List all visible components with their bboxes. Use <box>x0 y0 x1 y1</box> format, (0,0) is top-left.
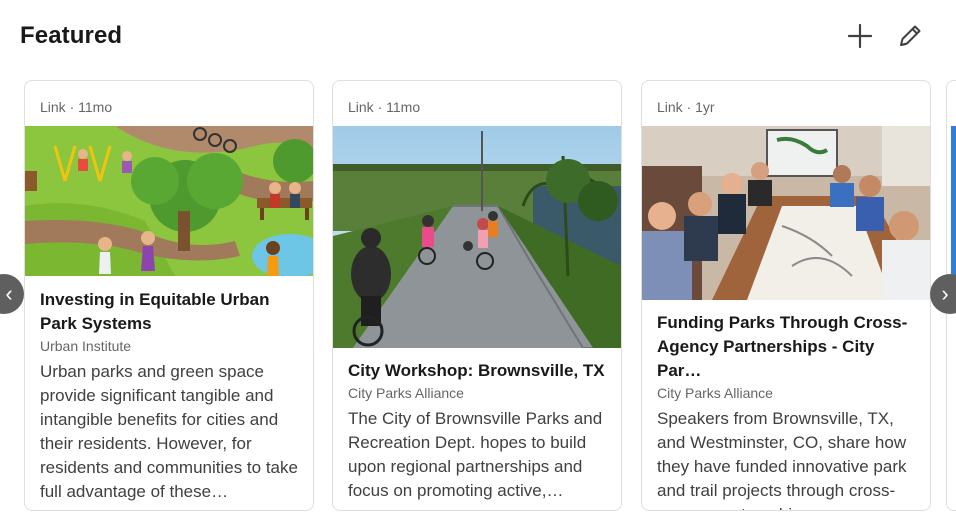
card-image-cyclists-trail[interactable] <box>333 126 621 348</box>
card-body: City Workshop: Brownsville, TX City Park… <box>348 359 609 503</box>
card-image-conference-room[interactable] <box>642 126 930 300</box>
featured-card[interactable]: Link · 11mo <box>24 80 314 511</box>
featured-carousel: Link · 11mo Investing in Equitable Urban… <box>0 80 956 512</box>
pencil-icon <box>900 25 921 46</box>
featured-card[interactable]: Link · 1yr Funding Parks Through Cross-A… <box>641 80 931 511</box>
section-title: Featured <box>20 22 123 49</box>
add-featured-button[interactable] <box>840 16 880 56</box>
plus-icon <box>847 23 873 49</box>
card-meta: Link · 11mo <box>40 99 113 115</box>
card-image-park-illustration[interactable] <box>25 126 313 276</box>
card-source: City Parks Alliance <box>657 385 773 401</box>
card-body: Funding Parks Through Cross-Agency Partn… <box>657 311 918 510</box>
card-title[interactable]: Funding Parks Through Cross-Agency Partn… <box>657 311 918 383</box>
featured-card[interactable]: Link · 11mo <box>332 80 622 511</box>
chevron-left-icon: ‹ <box>5 281 13 306</box>
chevron-right-icon: › <box>941 281 949 306</box>
card-meta: Link · 11mo <box>348 99 421 115</box>
card-title[interactable]: Investing in Equitable Urban Park System… <box>40 288 301 336</box>
card-description: Urban parks and green space provide sign… <box>40 362 298 501</box>
card-description: Speakers from Brownsville, TX, and Westm… <box>657 409 907 510</box>
featured-header: Featured <box>20 22 936 54</box>
card-source: Urban Institute <box>40 338 132 354</box>
card-body: Investing in Equitable Urban Park System… <box>40 288 301 504</box>
edit-featured-button[interactable] <box>890 16 930 56</box>
card-meta: Link · 1yr <box>657 99 715 115</box>
card-title[interactable]: City Workshop: Brownsville, TX <box>348 359 609 383</box>
card-description: The City of Brownsville Parks and Recrea… <box>348 409 603 500</box>
card-source: City Parks Alliance <box>348 385 464 401</box>
